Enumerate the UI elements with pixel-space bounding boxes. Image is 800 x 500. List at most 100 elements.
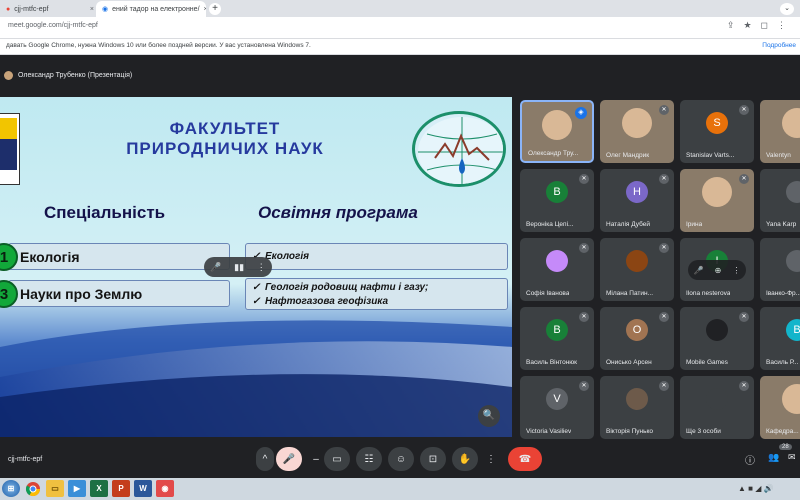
- participant-avatar: [706, 388, 728, 410]
- close-tab-icon[interactable]: ×: [204, 6, 206, 13]
- participant-name: Софія Іванова: [526, 290, 570, 297]
- participant-tile[interactable]: Олег Мандрик ✕: [600, 100, 674, 163]
- participant-tile[interactable]: Ще 3 особи ✕: [680, 376, 754, 439]
- participant-tile[interactable]: B Вероніка Цепі... ✕: [520, 169, 594, 232]
- participant-name: Олександр Тру...: [528, 150, 579, 157]
- speciality-label: Науки про Землю: [20, 286, 143, 302]
- bookmark-star-icon[interactable]: ★: [743, 20, 751, 31]
- program-label: Нафтогазова геофізика: [265, 296, 389, 307]
- participant-count-badge: 28: [779, 444, 792, 450]
- participant-tile[interactable]: Ірина ✕: [680, 169, 754, 232]
- participant-avatar: B: [546, 181, 568, 203]
- browser-tab-meet[interactable]: ● cjj-mtfc-epf ×: [0, 1, 100, 17]
- participant-name: Вероніка Цепі...: [526, 221, 574, 228]
- participant-tile[interactable]: BВасиль Р...✕: [760, 307, 800, 370]
- participant-tile[interactable]: Іванко-Фр...✕: [760, 238, 800, 301]
- url-field[interactable]: meet.google.com/cjj-mtfc-epf: [8, 22, 98, 29]
- participant-tile[interactable]: Мілана Патин... ✕: [600, 238, 674, 301]
- tile-hover-controls: 🎤 ⊕ ⋮: [688, 260, 746, 280]
- mic-options-caret-icon[interactable]: ^: [256, 447, 274, 471]
- muted-mic-icon: ✕: [659, 243, 669, 253]
- participant-name: Yana Karp: [766, 221, 797, 228]
- captions-button[interactable]: ☷: [356, 447, 382, 471]
- participant-tile[interactable]: V Victoria Vasiliev ✕: [520, 376, 594, 439]
- leave-call-button[interactable]: ☎: [508, 447, 542, 471]
- participant-name: Олег Мандрик: [606, 152, 650, 159]
- raise-hand-button[interactable]: ✋: [452, 447, 478, 471]
- muted-mic-icon: ✕: [659, 312, 669, 322]
- participant-avatar: [626, 388, 648, 410]
- participant-video: [542, 110, 572, 140]
- participant-tile[interactable]: O Онисько Арсен ✕: [600, 307, 674, 370]
- participant-tile[interactable]: Олександр Тру... ◈: [520, 100, 594, 163]
- participant-tile[interactable]: Софія Іванова ✕: [520, 238, 594, 301]
- camera-options-caret-icon[interactable]: –: [308, 447, 324, 471]
- tab-search-button[interactable]: ⌄: [780, 3, 794, 15]
- meeting-details-icon[interactable]: ⓘ: [745, 452, 755, 467]
- profile-icon[interactable]: ◻: [761, 20, 768, 31]
- muted-mic-icon: ✕: [579, 381, 589, 391]
- pin-participant-icon[interactable]: ⊕: [715, 266, 722, 275]
- program-bullet-icon: ✓: [252, 282, 261, 293]
- participant-avatar: [786, 181, 800, 203]
- slide-title-line1: ФАКУЛЬТЕТ: [169, 119, 281, 138]
- reactions-button[interactable]: ☺: [388, 447, 414, 471]
- participant-tile[interactable]: Valentyn✕: [760, 100, 800, 163]
- participant-name: Stanislav Varts...: [686, 152, 735, 159]
- participant-tile[interactable]: B Василь Вінтонюк ✕: [520, 307, 594, 370]
- muted-mic-icon: ✕: [739, 381, 749, 391]
- participant-name: Василь Р...: [766, 359, 799, 366]
- participant-tile[interactable]: S Stanislav Varts... ✕: [680, 100, 754, 163]
- infobar-text: давать Google Chrome, нужна Windows 10 и…: [6, 42, 311, 49]
- faculty-globe-emblem: [412, 111, 506, 187]
- start-button-icon[interactable]: ⊞: [2, 480, 20, 497]
- word-taskbar-icon[interactable]: W: [134, 480, 152, 497]
- participant-video: [622, 108, 652, 138]
- system-tray[interactable]: ▲ ■ ◢ 🔊: [738, 484, 774, 493]
- chat-icon[interactable]: ✉: [788, 452, 796, 463]
- media-taskbar-icon[interactable]: ▶: [68, 480, 86, 497]
- participant-name: Кафедра...: [766, 428, 799, 435]
- explorer-taskbar-icon[interactable]: ▭: [46, 480, 64, 497]
- participant-name: Victoria Vasiliev: [526, 428, 572, 435]
- chrome-taskbar-icon[interactable]: [24, 480, 42, 497]
- presenting-badge-icon: ◈: [575, 107, 587, 119]
- participant-tile[interactable]: Кафедра...✕: [760, 376, 800, 439]
- participant-name: Мілана Патин...: [606, 290, 654, 297]
- participant-avatar: Н: [626, 181, 648, 203]
- speciality-header: Спеціальність: [44, 203, 166, 222]
- powerpoint-taskbar-icon[interactable]: P: [112, 480, 130, 497]
- participant-more-icon[interactable]: ⋮: [732, 266, 740, 275]
- camera-toggle-button[interactable]: ▭: [324, 447, 350, 471]
- browser-tab-second[interactable]: ◉ ений тадор на електронне/ ×: [96, 1, 206, 17]
- muted-mic-icon[interactable]: 🎤: [210, 262, 221, 273]
- more-vert-icon: ⋮: [486, 453, 496, 465]
- pin-icon[interactable]: ▮▮: [234, 262, 244, 273]
- more-options-button[interactable]: ⋮: [482, 447, 500, 471]
- infobar-link[interactable]: Подробнее: [762, 42, 796, 49]
- participant-tile[interactable]: IIlona nesterova🎤⊕⋮: [680, 238, 754, 301]
- mute-participant-icon[interactable]: 🎤: [694, 266, 704, 275]
- participant-tile[interactable]: Yana Karp✕: [760, 169, 800, 232]
- participant-tile[interactable]: Mobile Games ✕: [680, 307, 754, 370]
- browser-menu-icon[interactable]: ⋮: [777, 20, 786, 31]
- share-icon[interactable]: ⇪: [727, 20, 735, 31]
- people-icon[interactable]: 👥: [768, 452, 779, 463]
- participant-tile[interactable]: Вікторія Пунько ✕: [600, 376, 674, 439]
- program-header: Освітня програма: [258, 203, 418, 222]
- app-taskbar-icon[interactable]: ◉: [156, 480, 174, 497]
- excel-taskbar-icon[interactable]: X: [90, 480, 108, 497]
- close-tab-icon[interactable]: ×: [90, 6, 94, 13]
- participant-name: Наталія Дубей: [606, 221, 651, 228]
- microphone-toggle-button[interactable]: 🎤: [276, 447, 302, 471]
- more-options-icon[interactable]: ⋮: [257, 262, 266, 273]
- new-tab-button[interactable]: +: [209, 3, 221, 15]
- muted-mic-icon: ✕: [579, 243, 589, 253]
- participant-tile[interactable]: Н Наталія Дубей ✕: [600, 169, 674, 232]
- muted-mic-icon: ✕: [659, 105, 669, 115]
- zoom-icon[interactable]: 🔍: [478, 405, 500, 427]
- meeting-code: cjj-mtfc-epf: [8, 456, 43, 463]
- muted-mic-icon: ✕: [659, 381, 669, 391]
- participant-avatar: O: [626, 319, 648, 341]
- present-button[interactable]: ⊡: [420, 447, 446, 471]
